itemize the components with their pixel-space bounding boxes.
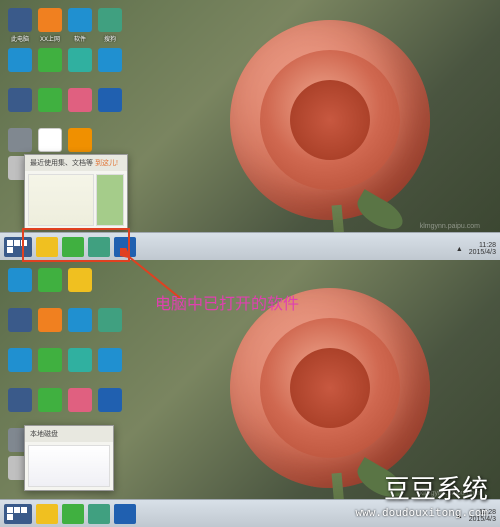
dahlia-flower xyxy=(230,20,430,220)
iqiyi-icon[interactable] xyxy=(38,388,62,412)
taskbar-wps-icon[interactable] xyxy=(114,237,136,257)
taskbar-thumbnail[interactable]: 最近使用集、文档等 到这儿! xyxy=(24,154,128,230)
screenshot-top: klmgynn.paipu.com 此电脑 XX上网 软件 搜狗 最近使用集、文… xyxy=(0,0,500,260)
thumbnail-title: 最近使用集、文档等 到这儿! xyxy=(25,155,127,171)
ie-icon[interactable] xyxy=(8,348,32,372)
sogou-icon[interactable] xyxy=(98,308,122,332)
app-icon[interactable] xyxy=(98,348,122,372)
watermark: 豆豆系统 www.doudouxitong.com xyxy=(356,469,488,519)
app-icon[interactable] xyxy=(38,308,62,332)
app-icon[interactable] xyxy=(68,388,92,412)
thumb-pane xyxy=(96,174,124,226)
sogou-icon[interactable] xyxy=(98,8,122,32)
app-icon[interactable] xyxy=(68,8,92,32)
ie-icon[interactable] xyxy=(8,268,32,292)
tray-icon[interactable]: ▲ xyxy=(456,246,463,253)
taskbar-explorer-icon[interactable] xyxy=(36,504,58,524)
app-icon[interactable] xyxy=(68,348,92,372)
this-pc-icon[interactable] xyxy=(8,308,32,332)
system-tray[interactable]: ▲ 11:28 2015/4/3 xyxy=(456,242,496,256)
thumb-pane xyxy=(28,445,110,487)
iqiyi-icon[interactable] xyxy=(38,88,62,112)
app-icon[interactable] xyxy=(68,88,92,112)
ie-icon[interactable] xyxy=(8,48,32,72)
icon-label: 搜狗 xyxy=(90,34,130,43)
taskbar: ▲ 11:28 2015/4/3 xyxy=(0,232,500,260)
pptv-icon[interactable] xyxy=(68,128,92,152)
taskbar-wps-icon[interactable] xyxy=(114,504,136,524)
taskbar-explorer-icon[interactable] xyxy=(36,237,58,257)
start-button[interactable] xyxy=(4,237,32,257)
qq-icon[interactable] xyxy=(38,128,62,152)
app-icon[interactable] xyxy=(68,48,92,72)
start-button[interactable] xyxy=(4,504,32,524)
app-icon[interactable] xyxy=(8,128,32,152)
this-pc-icon[interactable] xyxy=(8,8,32,32)
app-icon[interactable] xyxy=(38,348,62,372)
thumbnail-title: 本地磁盘 xyxy=(25,426,113,442)
wps-icon[interactable] xyxy=(98,88,122,112)
taskbar-app-icon[interactable] xyxy=(62,504,84,524)
recycle-bin-icon[interactable] xyxy=(8,388,32,412)
360-icon[interactable] xyxy=(38,48,62,72)
taskbar-thumbnail[interactable]: 本地磁盘 xyxy=(24,425,114,491)
app-icon[interactable] xyxy=(68,308,92,332)
360-icon[interactable] xyxy=(38,268,62,292)
app-icon[interactable] xyxy=(98,48,122,72)
taskbar-sogou-icon[interactable] xyxy=(88,504,110,524)
clock-date: 2015/4/3 xyxy=(469,249,496,256)
thumb-pane xyxy=(28,174,94,226)
dahlia-flower xyxy=(230,288,430,488)
clock-time: 11:28 xyxy=(479,242,496,249)
taskbar-app-icon[interactable] xyxy=(62,237,84,257)
wallpaper-credit: klmgynn.paipu.com xyxy=(420,223,480,230)
annotation-text: 电脑中已打开的软件 xyxy=(155,290,299,314)
watermark-url: www.doudouxitong.com xyxy=(356,506,488,519)
app-icon[interactable] xyxy=(38,8,62,32)
taskbar-sogou-icon[interactable] xyxy=(88,237,110,257)
app-icon[interactable] xyxy=(68,268,92,292)
wps-icon[interactable] xyxy=(98,388,122,412)
recycle-bin-icon[interactable] xyxy=(8,88,32,112)
watermark-title: 豆豆系统 xyxy=(356,469,488,506)
